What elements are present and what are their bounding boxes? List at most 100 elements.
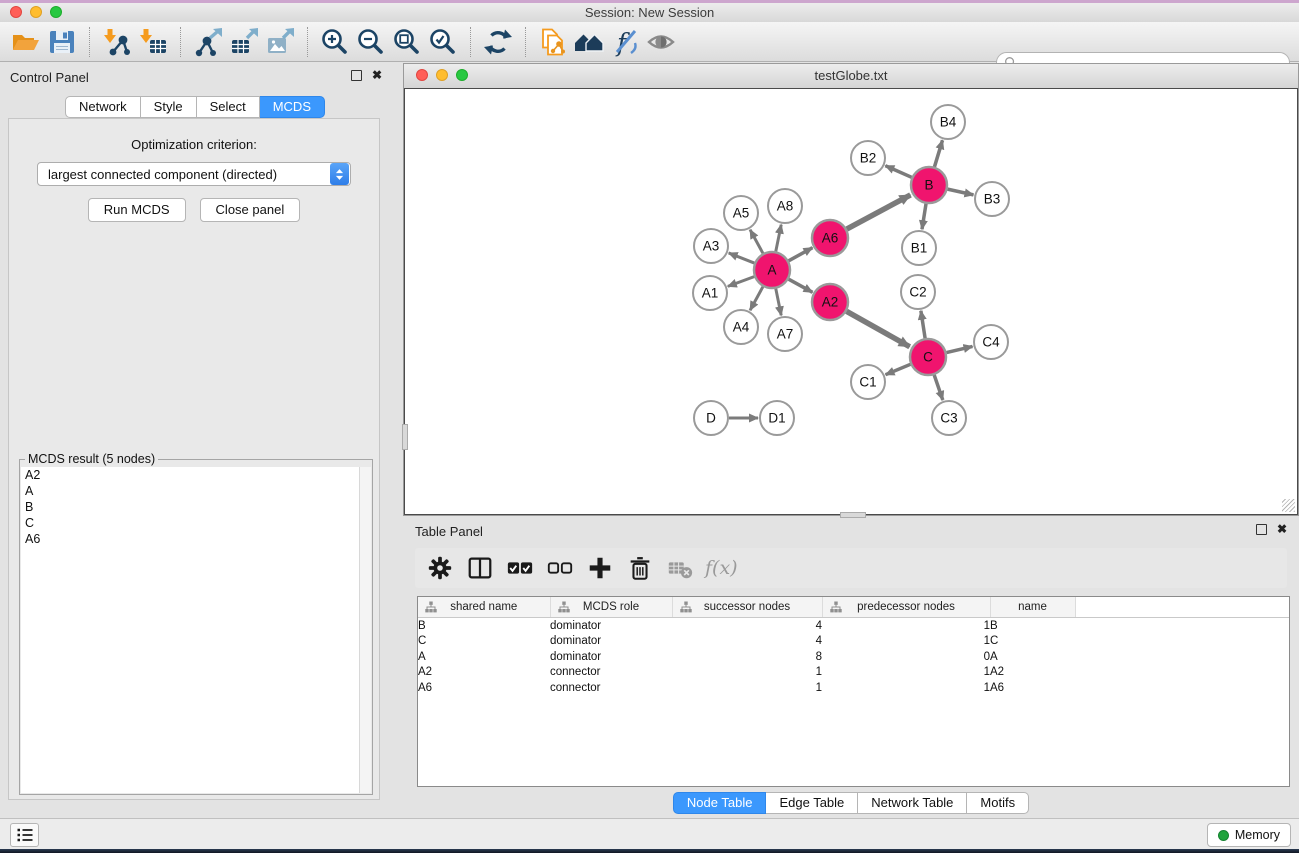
close-window-button[interactable] xyxy=(10,6,22,18)
duplicate-network-icon[interactable] xyxy=(535,26,571,58)
list-icon xyxy=(15,825,35,845)
delete-row-icon[interactable] xyxy=(623,552,657,584)
add-row-icon[interactable] xyxy=(583,552,617,584)
graph-edge-C-C1[interactable] xyxy=(886,364,911,374)
deselect-all-icon[interactable] xyxy=(543,552,577,584)
column-header-shared-name[interactable]: shared name xyxy=(418,597,550,618)
graph-node-label: A3 xyxy=(703,239,720,254)
export-image-icon[interactable] xyxy=(262,26,298,58)
export-network-icon[interactable] xyxy=(190,26,226,58)
refresh-layout-icon[interactable] xyxy=(480,26,516,58)
graph-edge-A-A7[interactable] xyxy=(776,289,781,316)
column-header-name[interactable]: name xyxy=(990,597,1075,618)
app-title: Session: New Session xyxy=(0,3,1299,22)
close-panel-icon[interactable]: ✖ xyxy=(372,70,382,81)
graph-edge-A6-B[interactable] xyxy=(847,195,911,229)
graph-node-label: C1 xyxy=(859,375,876,390)
zoom-fit-icon[interactable] xyxy=(389,26,425,58)
mcds-result-list: A2 A B C A6 xyxy=(21,467,371,793)
selected-criterion: largest connected component (directed) xyxy=(38,167,330,182)
close-panel-button[interactable]: Close panel xyxy=(200,198,301,222)
tab-edge-table[interactable]: Edge Table xyxy=(766,792,858,814)
open-folder-icon[interactable] xyxy=(8,26,44,58)
mcds-result-group: MCDS result (5 nodes) A2 A B C A6 xyxy=(19,459,373,795)
column-header-mcds-role[interactable]: MCDS role xyxy=(550,597,672,618)
toolbar-separator xyxy=(180,27,181,57)
control-panel-header: Control Panel ✖ xyxy=(0,63,390,89)
list-item[interactable]: A2 xyxy=(21,467,371,483)
import-table-icon[interactable] xyxy=(135,26,171,58)
graph-edge-A-A6[interactable] xyxy=(789,248,813,261)
show-hide-icon[interactable] xyxy=(643,26,679,58)
graph-edge-C-C2[interactable] xyxy=(921,311,925,338)
zoom-in-icon[interactable] xyxy=(317,26,353,58)
graph-edge-B-B3[interactable] xyxy=(948,189,974,195)
run-mcds-button[interactable]: Run MCDS xyxy=(88,198,186,222)
save-session-icon[interactable] xyxy=(44,26,80,58)
graph-edge-C-C3[interactable] xyxy=(934,375,943,400)
table-row[interactable]: Adominator80A xyxy=(418,649,1289,665)
zoom-selected-icon[interactable] xyxy=(425,26,461,58)
memory-button[interactable]: Memory xyxy=(1207,823,1291,847)
tab-mcds[interactable]: MCDS xyxy=(260,96,325,118)
table-row[interactable]: A2connector11A2 xyxy=(418,665,1289,681)
tab-network[interactable]: Network xyxy=(65,96,141,118)
select-all-icon[interactable] xyxy=(503,552,537,584)
graph-edge-A-A1[interactable] xyxy=(728,277,754,287)
graph-node-label: C4 xyxy=(982,335,1000,350)
resize-grip[interactable] xyxy=(1282,499,1295,512)
result-scrollbar[interactable] xyxy=(359,467,371,793)
tab-motifs[interactable]: Motifs xyxy=(967,792,1029,814)
graph-edge-A-A4[interactable] xyxy=(750,287,763,311)
maximize-network-button[interactable] xyxy=(456,69,468,81)
column-header-successor-nodes[interactable]: successor nodes xyxy=(672,597,822,618)
settings-gear-icon[interactable] xyxy=(423,552,457,584)
show-columns-icon[interactable] xyxy=(463,552,497,584)
optimization-criterion-label: Optimization criterion: xyxy=(9,137,379,152)
graph-node-label: A xyxy=(767,263,776,278)
list-item[interactable]: A xyxy=(21,483,371,499)
control-panel-title: Control Panel xyxy=(10,70,89,85)
table-row[interactable]: Cdominator41C xyxy=(418,634,1289,650)
list-item[interactable]: A6 xyxy=(21,531,371,547)
graph-edge-A-A5[interactable] xyxy=(750,230,763,254)
minimize-window-button[interactable] xyxy=(30,6,42,18)
network-canvas[interactable]: AA1A2A3A4A5A6A7A8BB1B2B3B4CC1C2C3C4DD1 xyxy=(404,88,1298,515)
graph-edge-B-B1[interactable] xyxy=(922,204,926,229)
tab-style[interactable]: Style xyxy=(141,96,197,118)
first-neighbors-icon[interactable] xyxy=(571,26,607,58)
graph-edge-A-A3[interactable] xyxy=(729,253,755,263)
close-panel-icon[interactable]: ✖ xyxy=(1277,524,1287,535)
close-network-button[interactable] xyxy=(416,69,428,81)
optimization-criterion-select[interactable]: largest connected component (directed) xyxy=(37,162,351,186)
hierarchy-icon xyxy=(425,601,437,613)
graph-edge-B-B4[interactable] xyxy=(934,140,942,167)
graph-node-label: A7 xyxy=(777,327,794,342)
graph-edge-C-C4[interactable] xyxy=(946,346,972,352)
zoom-out-icon[interactable] xyxy=(353,26,389,58)
import-network-icon[interactable] xyxy=(99,26,135,58)
vertical-splitter-handle[interactable] xyxy=(402,424,408,450)
maximize-window-button[interactable] xyxy=(50,6,62,18)
float-panel-icon[interactable] xyxy=(1256,524,1267,535)
export-table-icon[interactable] xyxy=(226,26,262,58)
hide-function-icon[interactable]: f xyxy=(607,26,643,58)
table-toolbar: f(x) xyxy=(415,548,1287,588)
list-item[interactable]: C xyxy=(21,515,371,531)
graph-node-label: A6 xyxy=(822,231,839,246)
tab-node-table[interactable]: Node Table xyxy=(673,792,767,814)
table-row[interactable]: Bdominator41B xyxy=(418,618,1289,634)
float-panel-icon[interactable] xyxy=(351,70,362,81)
minimize-network-button[interactable] xyxy=(436,69,448,81)
memory-label: Memory xyxy=(1235,828,1280,842)
graph-edge-A-A2[interactable] xyxy=(789,279,813,292)
list-item[interactable]: B xyxy=(21,499,371,515)
tab-network-table[interactable]: Network Table xyxy=(858,792,967,814)
graph-edge-A2-C[interactable] xyxy=(847,311,910,346)
graph-edge-A-A8[interactable] xyxy=(776,225,781,252)
table-row[interactable]: A6connector11A6 xyxy=(418,680,1289,696)
column-header-predecessor-nodes[interactable]: predecessor nodes xyxy=(822,597,990,618)
tab-select[interactable]: Select xyxy=(197,96,260,118)
graph-edge-B-B2[interactable] xyxy=(885,166,911,178)
task-history-button[interactable] xyxy=(10,823,39,847)
